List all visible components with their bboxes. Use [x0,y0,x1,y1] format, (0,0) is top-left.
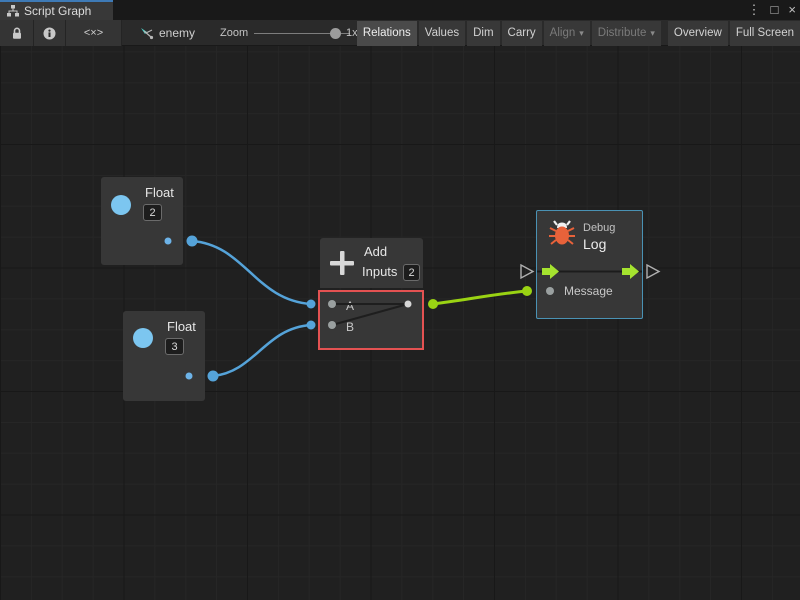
values-button[interactable]: Values [419,21,465,46]
lock-icon [11,27,23,40]
info-button[interactable] [34,20,66,46]
info-icon [43,27,56,40]
wire-endpoint-dot[interactable] [428,299,438,309]
message-port-label: Message [564,284,613,298]
inputs-label: Inputs [362,264,397,279]
wire-endpoint-dot[interactable] [307,300,316,309]
tab-bar: Script Graph ⋮ □ × [0,0,800,20]
relations-button[interactable]: Relations [357,21,417,46]
maximize-icon[interactable]: □ [771,0,779,20]
tab-title: Script Graph [24,4,91,18]
wire-endpoint-dot[interactable] [307,321,316,330]
port-b-label: B [346,320,354,334]
node-add[interactable]: Add Inputs 2 [320,238,423,288]
node-float-1[interactable]: Float 2 [101,177,183,265]
float-value-field[interactable]: 3 [165,338,184,355]
float-output-port-large[interactable] [133,328,153,348]
plus-icon [329,250,355,276]
node-title: Float [145,185,174,200]
full-screen-button[interactable]: Full Screen [730,21,800,46]
node-title: Log [583,236,606,252]
toolbar-buttons: Relations Values Dim Carry Align▾ Distri… [357,20,800,46]
window-menu-icon[interactable]: ⋮ [748,0,761,20]
wire-endpoint-dot[interactable] [522,286,532,296]
code-view-button[interactable]: <×> [66,20,122,46]
port-a-label: A [346,299,354,313]
flow-exit-triangle-icon[interactable] [647,265,659,278]
carry-button[interactable]: Carry [502,21,542,46]
zoom-slider-knob[interactable] [330,28,341,39]
wire-float2-to-a[interactable] [192,241,311,304]
bug-icon [548,219,576,246]
wire-endpoint-dot[interactable] [187,236,198,247]
align-dropdown[interactable]: Align▾ [544,21,590,46]
toolbar: <×> enemy Zoom 1x Relations Values Dim C… [0,20,800,46]
graph-canvas[interactable]: Float 2 Float 3 Add Inputs 2 A B Debug L… [0,46,800,600]
zoom-label: Zoom [220,27,248,39]
node-category: Debug [583,222,615,234]
close-icon[interactable]: × [788,0,796,20]
wire-add-to-message[interactable] [433,291,527,304]
float-value-field[interactable]: 2 [143,204,162,221]
dim-button[interactable]: Dim [467,21,499,46]
distribute-dropdown[interactable]: Distribute▾ [592,21,661,46]
float-output-port-large[interactable] [111,195,131,215]
node-title: Float [167,319,196,334]
overview-button[interactable]: Overview [668,21,728,46]
wire-float3-to-b[interactable] [213,325,311,376]
inputs-value-field[interactable]: 2 [403,264,420,281]
node-float-2[interactable]: Float 3 [123,311,205,401]
wire-endpoint-dot[interactable] [208,371,219,382]
node-add-ports-selected[interactable]: A B [318,290,424,350]
chevron-down-icon: ▾ [650,28,655,39]
node-title: Add [364,244,387,259]
node-debug-log[interactable]: Debug Log Message [536,210,643,319]
chevron-down-icon: ▾ [579,28,584,39]
graph-breadcrumb[interactable]: enemy [140,20,195,46]
lock-button[interactable] [0,20,34,46]
flow-entry-triangle-icon[interactable] [521,265,533,278]
graph-name: enemy [159,26,195,40]
graph-icon [140,27,154,40]
graph-hierarchy-icon [7,5,19,17]
tab-script-graph[interactable]: Script Graph [0,0,113,20]
